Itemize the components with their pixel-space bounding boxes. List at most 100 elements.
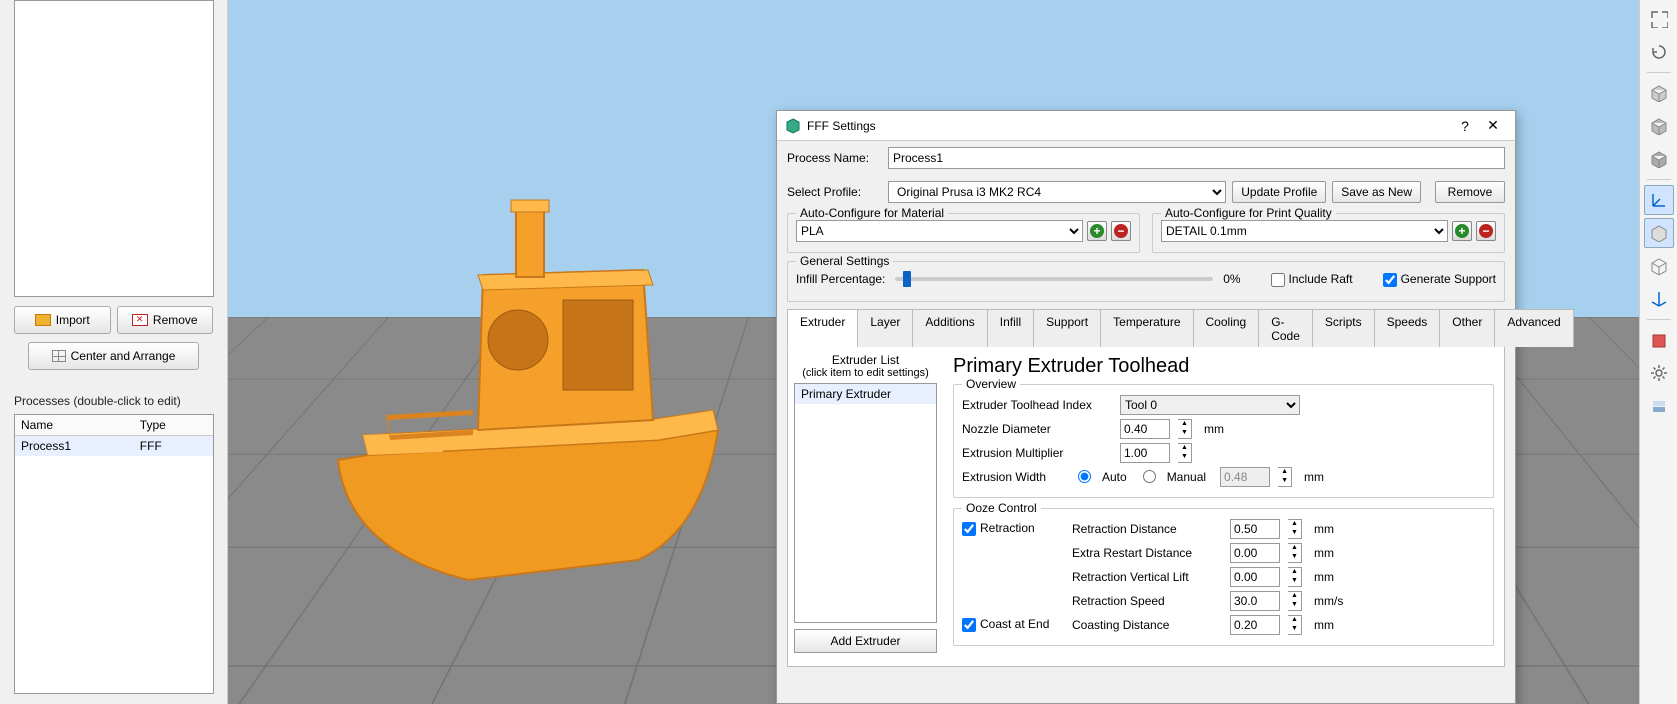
unit-mm: mm — [1204, 422, 1224, 436]
tool-cube1-icon[interactable] — [1644, 78, 1674, 108]
import-icon — [35, 314, 51, 326]
dialog-title: FFF Settings — [807, 119, 1451, 133]
close-button[interactable]: ✕ — [1479, 115, 1507, 137]
quality-remove-button[interactable]: − — [1476, 221, 1496, 241]
extrusion-width-manual-radio[interactable] — [1143, 470, 1156, 483]
process-name-label: Process Name: — [787, 151, 882, 165]
minus-icon: − — [1114, 224, 1128, 238]
quality-add-button[interactable]: + — [1452, 221, 1472, 241]
coast-at-end-label[interactable]: Coast at End — [962, 617, 1049, 632]
remove-profile-button[interactable]: Remove — [1435, 181, 1505, 203]
retraction-checkbox[interactable] — [962, 522, 976, 536]
tab-other[interactable]: Other — [1439, 309, 1495, 347]
tab-temperature[interactable]: Temperature — [1100, 309, 1193, 347]
tool-fit-icon[interactable] — [1644, 4, 1674, 34]
extruder-list-hint: (click item to edit settings) — [794, 367, 937, 379]
retraction-speed-input[interactable] — [1230, 591, 1280, 611]
retraction-label[interactable]: Retraction — [962, 521, 1035, 536]
dialog-titlebar[interactable]: FFF Settings ? ✕ — [777, 111, 1515, 141]
spin-buttons[interactable]: ▲▼ — [1288, 543, 1302, 563]
spin-buttons[interactable]: ▲▼ — [1178, 443, 1192, 463]
tab-cooling[interactable]: Cooling — [1193, 309, 1260, 347]
coast-at-end-checkbox[interactable] — [962, 618, 976, 632]
spin-buttons[interactable]: ▲▼ — [1288, 615, 1302, 635]
tab-additions[interactable]: Additions — [912, 309, 987, 347]
dialog-icon — [785, 118, 801, 134]
extrusion-width-auto-radio[interactable] — [1078, 470, 1091, 483]
material-remove-button[interactable]: − — [1111, 221, 1131, 241]
table-header-row: Name Type — [15, 415, 213, 436]
save-as-new-button[interactable]: Save as New — [1332, 181, 1421, 203]
tool-cube2-icon[interactable] — [1644, 111, 1674, 141]
table-row[interactable]: Process1 FFF — [15, 436, 213, 457]
tool-wireframe-cube-icon[interactable] — [1644, 251, 1674, 281]
help-button[interactable]: ? — [1451, 115, 1479, 137]
process-name-input[interactable] — [888, 147, 1505, 169]
ooze-legend: Ooze Control — [962, 501, 1041, 515]
unit-mm: mm — [1304, 470, 1324, 484]
tool-cube3-icon[interactable] — [1644, 144, 1674, 174]
infill-slider[interactable] — [895, 277, 1213, 281]
tab-extruder[interactable]: Extruder — [787, 309, 858, 347]
tool-axis2-icon[interactable] — [1644, 284, 1674, 314]
auto-material-legend: Auto-Configure for Material — [796, 206, 948, 220]
include-raft-checkbox[interactable] — [1271, 273, 1285, 287]
extrusion-multiplier-input[interactable] — [1120, 443, 1170, 463]
tool-layers-icon[interactable] — [1644, 391, 1674, 421]
slider-thumb[interactable] — [903, 271, 911, 287]
tab-infill[interactable]: Infill — [987, 309, 1034, 347]
coasting-distance-input[interactable] — [1230, 615, 1280, 635]
import-button[interactable]: Import — [14, 306, 111, 334]
tab-advanced[interactable]: Advanced — [1494, 309, 1573, 347]
tool-axes-icon[interactable] — [1644, 185, 1674, 215]
tool-reset-icon[interactable] — [1644, 37, 1674, 67]
spin-buttons: ▲▼ — [1278, 467, 1292, 487]
tab-support[interactable]: Support — [1033, 309, 1101, 347]
spin-buttons[interactable]: ▲▼ — [1288, 567, 1302, 587]
coasting-distance-label: Coasting Distance — [1072, 618, 1222, 632]
update-profile-button[interactable]: Update Profile — [1232, 181, 1326, 203]
center-arrange-icon — [52, 350, 66, 362]
spin-buttons[interactable]: ▲▼ — [1288, 591, 1302, 611]
add-extruder-button[interactable]: Add Extruder — [794, 629, 937, 653]
infill-value: 0% — [1223, 272, 1240, 286]
plus-icon: + — [1090, 224, 1104, 238]
quality-dropdown[interactable]: DETAIL 0.1mm — [1161, 220, 1448, 242]
right-toolbar — [1639, 0, 1677, 704]
spin-buttons[interactable]: ▲▼ — [1288, 519, 1302, 539]
overview-legend: Overview — [962, 377, 1020, 391]
fff-settings-dialog: FFF Settings ? ✕ Process Name: Select Pr… — [776, 110, 1516, 704]
material-add-button[interactable]: + — [1087, 221, 1107, 241]
tool-solid-cube-icon[interactable] — [1644, 218, 1674, 248]
toolhead-index-dropdown[interactable]: Tool 0 — [1120, 395, 1300, 415]
extruder-list[interactable]: Primary Extruder — [794, 383, 937, 623]
extrusion-multiplier-label: Extrusion Multiplier — [962, 446, 1112, 460]
select-profile-dropdown[interactable]: Original Prusa i3 MK2 RC4 — [888, 181, 1226, 203]
center-arrange-button[interactable]: Center and Arrange — [28, 342, 199, 370]
generate-support-checkbox[interactable] — [1383, 273, 1397, 287]
select-profile-label: Select Profile: — [787, 185, 882, 199]
material-dropdown[interactable]: PLA — [796, 220, 1083, 242]
generate-support-label[interactable]: Generate Support — [1383, 272, 1496, 287]
spin-buttons[interactable]: ▲▼ — [1178, 419, 1192, 439]
tab-gcode[interactable]: G-Code — [1258, 309, 1313, 347]
processes-table[interactable]: Name Type Process1 FFF — [14, 414, 214, 694]
include-raft-label[interactable]: Include Raft — [1271, 272, 1353, 287]
left-panel: Import Remove Center and Arrange Process… — [0, 0, 228, 704]
tool-settings-icon[interactable] — [1644, 358, 1674, 388]
extra-restart-input[interactable] — [1230, 543, 1280, 563]
tool-section-icon[interactable] — [1644, 325, 1674, 355]
nozzle-diameter-input[interactable] — [1120, 419, 1170, 439]
model-list[interactable] — [14, 0, 214, 297]
vertical-lift-input[interactable] — [1230, 567, 1280, 587]
tab-layer[interactable]: Layer — [857, 309, 913, 347]
retraction-distance-input[interactable] — [1230, 519, 1280, 539]
col-name: Name — [15, 415, 134, 436]
tab-scripts[interactable]: Scripts — [1312, 309, 1375, 347]
extruder-heading: Primary Extruder Toolhead — [953, 355, 1494, 378]
vertical-lift-label: Retraction Vertical Lift — [1072, 570, 1222, 584]
tab-speeds[interactable]: Speeds — [1374, 309, 1441, 347]
retraction-speed-label: Retraction Speed — [1072, 594, 1222, 608]
list-item[interactable]: Primary Extruder — [795, 384, 936, 404]
remove-model-button[interactable]: Remove — [117, 306, 214, 334]
